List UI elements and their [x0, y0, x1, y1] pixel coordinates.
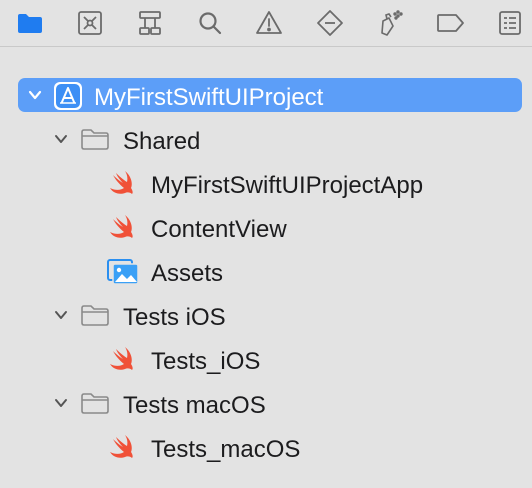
tree-row-label: Tests_iOS: [151, 348, 261, 375]
tree-row-label: Tests macOS: [123, 392, 266, 419]
tree-row-file-contentview[interactable]: ContentView: [0, 208, 532, 252]
tree-row-folder-tests-ios[interactable]: Tests iOS: [0, 296, 532, 340]
folder-icon: [80, 302, 110, 328]
chevron-down-icon[interactable]: [52, 306, 70, 324]
tree-row-folder-tests-macos[interactable]: Tests macOS: [0, 384, 532, 428]
folder-navigator-icon[interactable]: [12, 5, 48, 41]
tree-row-label: Tests_macOS: [151, 436, 301, 463]
report-list-icon[interactable]: [492, 5, 528, 41]
asset-catalog-icon: [106, 256, 140, 286]
tree-row-label: MyFirstSwiftUIProject: [94, 84, 324, 111]
swift-file-icon: [108, 432, 138, 462]
tree-row-project[interactable]: MyFirstSwiftUIProject: [0, 76, 532, 120]
tree-row-label: Tests iOS: [123, 304, 226, 331]
tree-row-label: MyFirstSwiftUIProjectApp: [151, 172, 424, 199]
navigator-toolbar: [0, 0, 532, 47]
xcode-project-icon: [52, 80, 84, 112]
search-icon[interactable]: [192, 5, 228, 41]
source-control-icon[interactable]: [72, 5, 108, 41]
tree-row-label: ContentView: [151, 216, 287, 243]
chevron-down-icon[interactable]: [26, 86, 44, 104]
chevron-down-icon[interactable]: [52, 394, 70, 412]
swift-file-icon: [108, 168, 138, 198]
tree-row-label: Shared: [123, 128, 201, 155]
symbol-hierarchy-icon[interactable]: [132, 5, 168, 41]
breakpoint-tag-icon[interactable]: [432, 5, 468, 41]
test-diamond-icon[interactable]: [312, 5, 348, 41]
tree-row-file-tests-macos[interactable]: Tests_macOS: [0, 428, 532, 472]
tree-row-file-tests-ios[interactable]: Tests_iOS: [0, 340, 532, 384]
tree-row-folder-shared[interactable]: Shared: [0, 120, 532, 164]
folder-icon: [80, 126, 110, 152]
debug-spray-icon[interactable]: [372, 5, 408, 41]
tree-row-label: Assets: [151, 260, 224, 287]
tree-row-file-app[interactable]: MyFirstSwiftUIProjectApp: [0, 164, 532, 208]
chevron-down-icon[interactable]: [52, 130, 70, 148]
folder-icon: [80, 390, 110, 416]
tree-row-assets[interactable]: Assets: [0, 252, 532, 296]
warning-icon[interactable]: [251, 5, 287, 41]
swift-file-icon: [108, 344, 138, 374]
swift-file-icon: [108, 212, 138, 242]
